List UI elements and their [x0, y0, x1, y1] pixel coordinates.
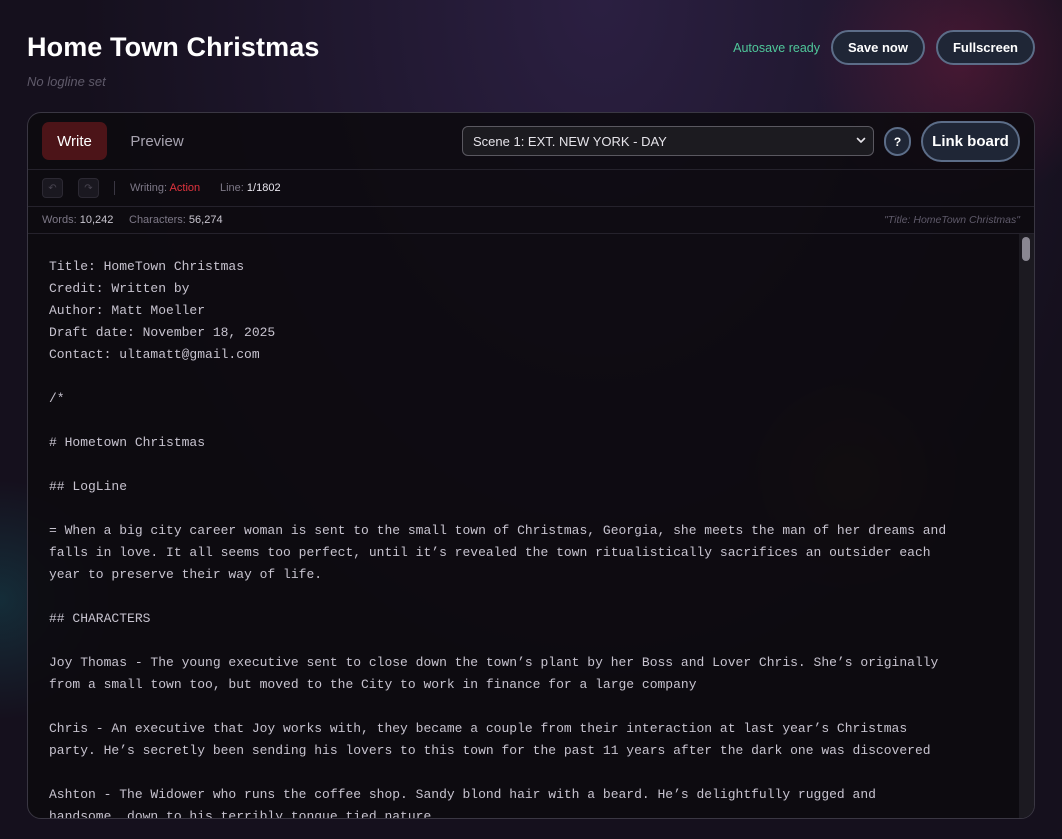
status-bar: ↶ ↷ Writing: Action Line: 1/1802	[28, 170, 1034, 207]
undo-icon: ↶	[48, 182, 57, 194]
autosave-status: Autosave ready	[733, 40, 820, 55]
toolbar-divider	[114, 181, 115, 195]
undo-button[interactable]: ↶	[42, 178, 63, 198]
script-editor[interactable]: Title: HomeTown Christmas Credit: Written…	[28, 234, 1019, 818]
link-board-button[interactable]: Link board	[921, 121, 1020, 162]
script-line	[49, 762, 1019, 784]
stats-bar: Words: 10,242 Characters: 56,274 "Title:…	[28, 207, 1034, 234]
redo-button[interactable]: ↷	[78, 178, 99, 198]
fullscreen-button[interactable]: Fullscreen	[935, 30, 1035, 65]
chars-label: Characters:	[129, 214, 186, 226]
character-count: Characters: 56,274	[129, 214, 223, 226]
logline: No logline set	[27, 74, 106, 89]
writing-label: Writing:	[130, 182, 168, 194]
line-label: Line:	[220, 182, 244, 194]
script-line	[49, 366, 1019, 388]
editor-panel: Write Preview Scene 1: EXT. NEW YORK - D…	[27, 112, 1035, 819]
word-count: Words: 10,242	[42, 214, 113, 226]
page-header: Home Town Christmas No logline set Autos…	[27, 30, 1035, 94]
script-line: ## LogLine	[49, 479, 128, 494]
save-button[interactable]: Save now	[831, 30, 925, 65]
script-line: party. He’s secretly been sending his lo…	[49, 743, 931, 758]
writing-mode: Writing: Action	[130, 182, 200, 194]
script-line	[49, 410, 1019, 432]
redo-icon: ↷	[84, 182, 93, 194]
script-line: # Hometown Christmas	[49, 435, 206, 450]
script-line	[49, 696, 1019, 718]
script-line: Title: HomeTown Christmas	[49, 259, 245, 274]
script-line	[49, 498, 1019, 520]
script-line: Joy Thomas - The young executive sent to…	[49, 655, 939, 670]
header-actions: Autosave ready Save now Fullscreen	[733, 30, 1035, 65]
script-line: /*	[49, 391, 65, 406]
script-line: from a small town too, but moved to the …	[49, 677, 697, 692]
scene-select[interactable]: Scene 1: EXT. NEW YORK - DAY	[462, 126, 874, 156]
script-line: Author: Matt Moeller	[49, 303, 206, 318]
tab-write[interactable]: Write	[42, 122, 107, 160]
chars-value: 56,274	[188, 214, 223, 226]
words-label: Words:	[42, 214, 77, 226]
script-line	[49, 630, 1019, 652]
current-line-preview: "Title: HomeTown Christmas"	[884, 214, 1020, 226]
words-value: 10,242	[79, 214, 114, 226]
scrollbar[interactable]	[1019, 234, 1034, 818]
help-button[interactable]: ?	[884, 127, 911, 156]
scrollbar-thumb[interactable]	[1022, 237, 1030, 261]
scene-select-value: Scene 1: EXT. NEW YORK - DAY	[473, 133, 667, 149]
page-title: Home Town Christmas	[27, 32, 320, 62]
script-line: = When a big city career woman is sent t…	[49, 523, 947, 538]
script-line: Ashton - The Widower who runs the coffee…	[49, 787, 876, 802]
script-line: Credit: Written by	[49, 281, 190, 296]
script-line: handsome, down to his terribly tongue ti…	[49, 809, 432, 818]
chevron-down-icon	[856, 137, 866, 143]
script-line: ## CHARACTERS	[49, 611, 151, 626]
script-line: Contact: ultamatt@gmail.com	[49, 347, 260, 362]
line-indicator: Line: 1/1802	[220, 182, 281, 194]
script-line: Chris - An executive that Joy works with…	[49, 721, 908, 736]
script-line: falls in love. It all seems too perfect,…	[49, 545, 931, 560]
editor-toolbar: Write Preview Scene 1: EXT. NEW YORK - D…	[28, 113, 1034, 170]
line-value: 1/1802	[246, 182, 281, 194]
script-line	[49, 454, 1019, 476]
tab-preview[interactable]: Preview	[117, 122, 197, 160]
script-line: year to preserve their way of life.	[49, 567, 323, 582]
script-line	[49, 586, 1019, 608]
script-line: Draft date: November 18, 2025	[49, 325, 276, 340]
writing-mode-value: Action	[169, 182, 201, 194]
